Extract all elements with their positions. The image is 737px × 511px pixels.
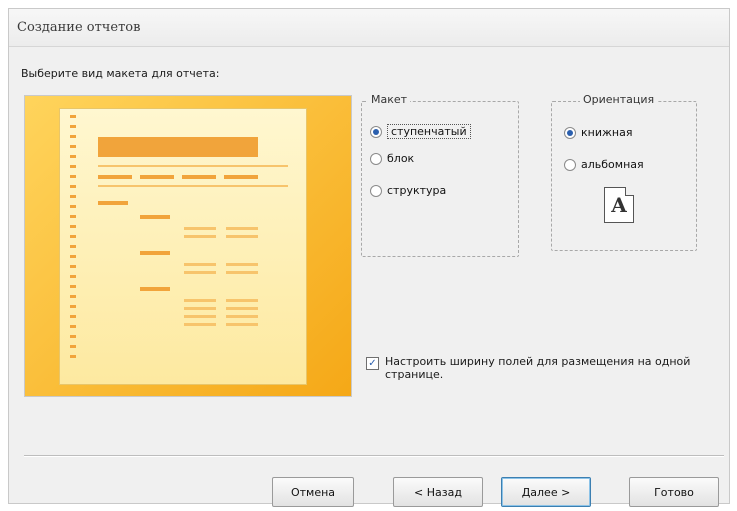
separator — [24, 455, 724, 457]
orientation-option-landscape[interactable]: альбомная — [564, 158, 644, 171]
orientation-option-landscape-label: альбомная — [581, 158, 644, 171]
layout-group-title: Макет — [368, 93, 411, 106]
preview-sheet — [59, 108, 307, 385]
layout-option-block[interactable]: блок — [370, 152, 414, 165]
layout-preview — [24, 95, 352, 397]
next-button[interactable]: Далее > — [501, 477, 591, 507]
page-orientation-icon: A — [604, 187, 634, 223]
layout-prompt: Выберите вид макета для отчета: — [21, 67, 220, 80]
layout-group: Макет ступенчатый блок структура — [361, 93, 519, 257]
cancel-button[interactable]: Отмена — [272, 477, 354, 507]
radio-button[interactable] — [370, 184, 382, 197]
orientation-group: Ориентация книжная альбомная A — [551, 93, 697, 251]
radio-button[interactable] — [370, 152, 382, 165]
layout-option-outline-label: структура — [387, 184, 447, 197]
layout-option-outline[interactable]: структура — [370, 184, 446, 197]
fit-width-label: Настроить ширину полей для размещения на… — [385, 355, 691, 381]
page-orientation-letter: A — [611, 193, 627, 217]
report-wizard-dialog: Создание отчетов Выберите вид макета для… — [8, 8, 730, 507]
orientation-option-portrait-label: книжная — [581, 126, 633, 139]
layout-option-stepped-label: ступенчатый — [387, 124, 471, 139]
orientation-option-portrait[interactable]: книжная — [564, 126, 632, 139]
radio-button-selected[interactable] — [564, 126, 576, 139]
layout-option-stepped[interactable]: ступенчатый — [370, 124, 471, 139]
radio-button[interactable] — [564, 158, 576, 171]
back-button[interactable]: < Назад — [393, 477, 483, 507]
window-title: Создание отчетов — [17, 20, 141, 35]
layout-option-block-label: блок — [387, 152, 415, 165]
fit-width-option[interactable]: ✓ Настроить ширину полей для размещения … — [366, 355, 726, 381]
orientation-group-title: Ориентация — [580, 93, 658, 106]
title-bar: Создание отчетов — [9, 9, 729, 47]
finish-button[interactable]: Готово — [629, 477, 719, 507]
fit-width-checkbox[interactable]: ✓ — [366, 357, 379, 370]
radio-button-selected[interactable] — [370, 125, 382, 138]
